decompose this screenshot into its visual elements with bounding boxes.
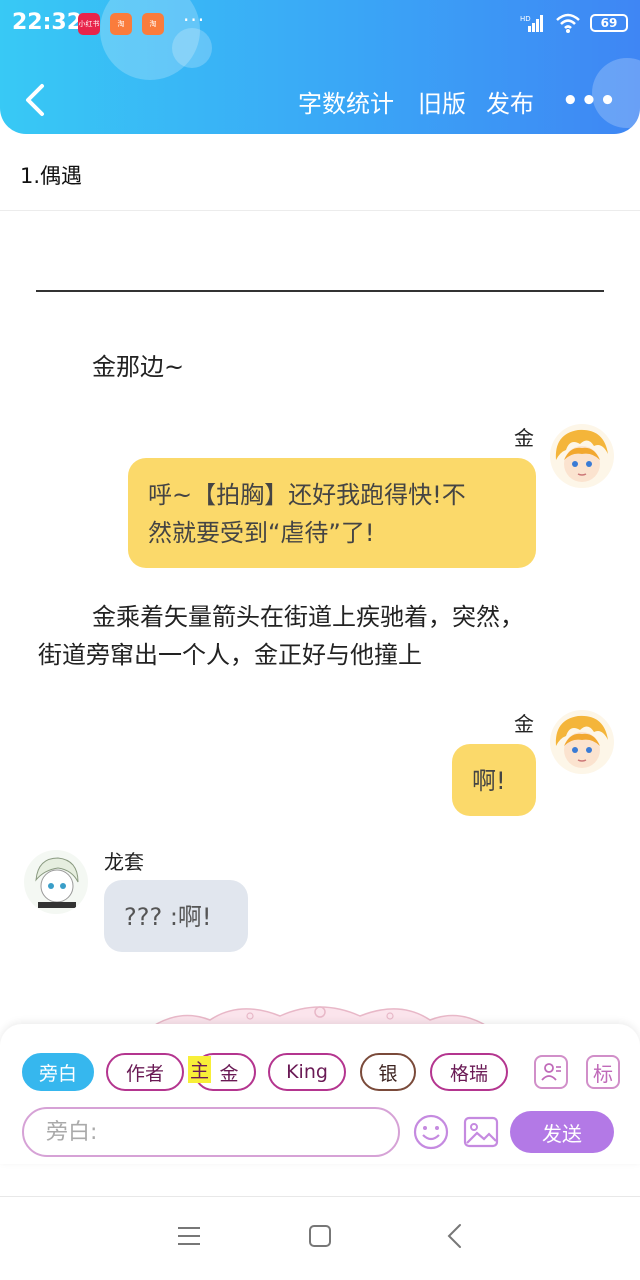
chat-bubble[interactable]: 呼~【拍胸】还好我跑得快!不 然就要受到“虐待”了! xyxy=(128,458,536,568)
role-chip-label: 金 xyxy=(219,1062,239,1085)
xiaohongshu-icon: 小红书 xyxy=(78,13,100,35)
speaker-name: 金 xyxy=(514,426,534,450)
back-arrow-icon[interactable] xyxy=(20,80,50,120)
word-count-button[interactable]: 字数统计 xyxy=(298,84,394,119)
narration-text[interactable]: 金乘着矢量箭头在街道上疾驰着，突然， xyxy=(92,598,524,636)
divider-line xyxy=(36,290,604,292)
divider xyxy=(0,210,640,211)
manage-roles-button[interactable] xyxy=(534,1055,568,1089)
taobao-icon: 淘 xyxy=(142,13,164,35)
role-chip-gin[interactable]: 银 xyxy=(360,1053,416,1091)
old-version-button[interactable]: 旧版 xyxy=(418,84,466,119)
navigation-bar xyxy=(0,1196,640,1280)
signal-icon: HD xyxy=(520,15,543,32)
chat-message-line: 呼~【拍胸】还好我跑得快!不 xyxy=(148,481,466,509)
chat-message-line: 然就要受到“虐待”了! xyxy=(148,519,375,547)
chapter-title[interactable]: 1.偶遇 xyxy=(20,160,82,190)
role-chip-narrator[interactable]: 旁白 xyxy=(22,1053,94,1091)
menu-icon[interactable] xyxy=(174,1221,204,1251)
chat-bubble[interactable]: ??? :啊! xyxy=(104,880,248,952)
send-button[interactable]: 发送 xyxy=(510,1111,614,1153)
clock: 22:32 xyxy=(12,10,83,35)
more-options-button[interactable]: ••• xyxy=(562,86,618,116)
chat-bubble[interactable]: 啊! xyxy=(452,744,536,816)
emoji-icon[interactable] xyxy=(412,1113,450,1151)
role-chip-author[interactable]: 作者 xyxy=(106,1053,184,1091)
speaker-name: 金 xyxy=(514,712,534,736)
battery-indicator: 69 xyxy=(590,14,628,32)
avatar-kin-icon xyxy=(550,710,614,774)
network-type-label: HD xyxy=(520,15,531,23)
avatar[interactable] xyxy=(24,850,88,914)
user-list-icon xyxy=(541,1063,561,1081)
back-nav-icon[interactable] xyxy=(440,1221,470,1251)
wifi-icon xyxy=(556,13,580,33)
role-chip-king[interactable]: King xyxy=(268,1053,346,1091)
role-chip-grey[interactable]: 格瑞 xyxy=(430,1053,508,1091)
narration-text[interactable]: 街道旁窜出一个人，金正好与他撞上 xyxy=(38,636,422,674)
mark-button[interactable]: 标 xyxy=(586,1055,620,1089)
avatar-longtao-icon xyxy=(24,850,88,914)
avatar[interactable] xyxy=(550,710,614,774)
speaker-name: 龙套 xyxy=(104,850,144,874)
narration-text[interactable]: 金那边~ xyxy=(92,348,184,386)
message-input[interactable] xyxy=(22,1107,400,1157)
avatar[interactable] xyxy=(550,424,614,488)
avatar-kin-icon xyxy=(550,424,614,488)
publish-button[interactable]: 发布 xyxy=(486,84,534,119)
image-icon[interactable] xyxy=(462,1113,500,1151)
top-header: 22:32 小红书 淘 淘 ··· HD 69 字数统计 旧版 发布 ••• xyxy=(0,0,640,134)
status-bar: 22:32 小红书 淘 淘 ··· HD 69 xyxy=(0,0,640,48)
more-notifications-icon: ··· xyxy=(183,8,206,32)
taobao-icon: 淘 xyxy=(110,13,132,35)
main-character-tag: 主 xyxy=(188,1056,212,1083)
home-icon[interactable] xyxy=(305,1221,335,1251)
